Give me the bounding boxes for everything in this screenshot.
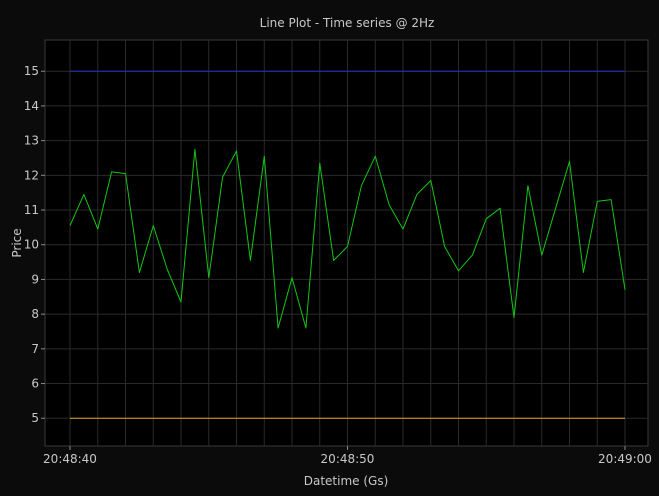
y-tick-label: 10 [24, 238, 39, 252]
y-tick-label: 8 [31, 307, 39, 321]
x-tick-label: 20:48:50 [321, 452, 375, 466]
y-tick-label: 6 [31, 377, 39, 391]
x-axis-label: Datetime (Gs) [304, 474, 389, 488]
y-tick-label: 13 [24, 134, 39, 148]
chart-canvas: Line Plot - Time series @ 2Hz 5 6 7 8 9 10 11 1… [0, 0, 659, 496]
y-tick-label: 7 [31, 342, 39, 356]
x-tick-label: 20:49:00 [598, 452, 652, 466]
y-tick-label: 5 [31, 411, 39, 425]
y-tick-label: 12 [24, 168, 39, 182]
y-tick-label: 14 [24, 99, 39, 113]
y-tick-label: 15 [24, 64, 39, 78]
y-tick-label: 11 [24, 203, 39, 217]
y-axis-label: Price [10, 228, 24, 257]
x-tick-label: 20:48:40 [43, 452, 97, 466]
y-tick-label: 9 [31, 272, 39, 286]
chart-title: Line Plot - Time series @ 2Hz [260, 16, 435, 30]
